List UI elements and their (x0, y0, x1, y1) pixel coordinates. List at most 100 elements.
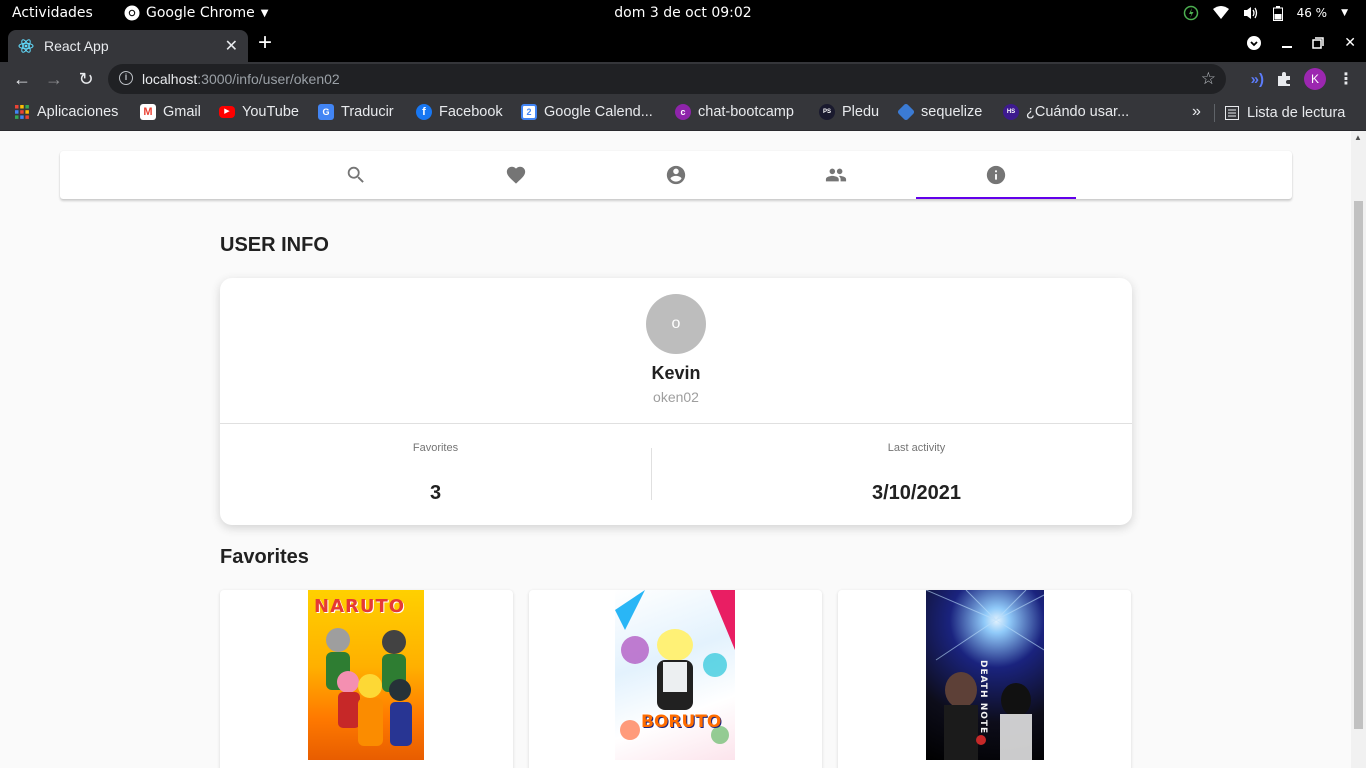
bottom-navigation (60, 151, 1292, 199)
chrome-icon (124, 5, 140, 21)
poster-artwork (326, 628, 412, 746)
tab-info[interactable] (916, 151, 1076, 199)
restore-icon[interactable] (1312, 36, 1325, 49)
profile-avatar[interactable]: K (1304, 68, 1326, 90)
tab-favorites[interactable] (436, 151, 596, 199)
tab-search[interactable] (276, 151, 436, 199)
poster-artwork (615, 590, 735, 744)
reading-list-button[interactable]: Lista de lectura (1214, 104, 1345, 122)
bookmark-label: Traducir (341, 104, 394, 120)
account-circle-icon (666, 165, 686, 185)
site-info-icon[interactable]: i (119, 71, 133, 85)
scrollbar-thumb[interactable] (1354, 201, 1363, 729)
last-activity-label: Last activity (887, 442, 946, 454)
system-top-bar: Actividades Google Chrome ▼ dom 3 de oct… (0, 0, 1366, 27)
address-bar[interactable]: i localhost:3000/info/user/oken02 ☆ (108, 64, 1226, 94)
page-content: USER INFO o Kevin oken02 Favorites 3 Las… (0, 131, 1351, 768)
app-name: Google Chrome (146, 5, 255, 21)
poster-title: NARUTO (314, 596, 406, 617)
page-scrollbar[interactable]: ▲ (1351, 131, 1366, 768)
more-bookmarks-icon[interactable]: » (1192, 103, 1201, 121)
minimize-icon[interactable] (1282, 45, 1293, 48)
anime-poster[interactable]: BORUTO (615, 590, 735, 760)
youtube-icon: ▶ (219, 106, 235, 118)
system-tray[interactable]: 46 % ▼ (1183, 5, 1348, 21)
bookmark-label: sequelize (921, 104, 983, 120)
close-tab-icon[interactable]: ✕ (225, 36, 238, 56)
close-window-icon[interactable]: ✕ (1344, 34, 1356, 51)
extension-icon[interactable]: ») (1251, 71, 1264, 88)
power-icon (1183, 5, 1198, 21)
bookmark-label: Pledu (842, 104, 880, 120)
app-menu[interactable]: Google Chrome ▼ (124, 5, 268, 21)
anime-poster[interactable]: DEATH NOTE (926, 590, 1044, 760)
bookmark-item[interactable]: PS Pledu (819, 104, 879, 120)
tab-strip: React App ✕ + ✕ (0, 27, 1366, 62)
bookmark-item[interactable]: M Gmail (140, 104, 201, 120)
favorites-title: Favorites (220, 546, 309, 568)
facebook-icon: f (416, 104, 432, 120)
bookmark-label: Gmail (163, 104, 201, 120)
bookmark-item[interactable]: G Traducir (318, 104, 394, 120)
user-handle: oken02 (653, 389, 699, 405)
anime-poster[interactable]: NARUTO (308, 590, 424, 760)
chat-icon: c (675, 104, 691, 120)
favorites-stat: Favorites 3 (220, 424, 651, 524)
poster-title: DEATH NOTE (978, 660, 988, 735)
chevron-down-icon: ▼ (1341, 8, 1348, 18)
translate-icon: G (318, 104, 334, 120)
vertical-divider (651, 448, 652, 500)
hs-icon: HS (1003, 104, 1019, 120)
battery-icon (1272, 5, 1283, 21)
bookmark-label: YouTube (242, 104, 299, 120)
active-tab-indicator (916, 197, 1076, 199)
favorite-card[interactable]: BORUTO (529, 590, 822, 768)
page-title: USER INFO (220, 234, 329, 256)
favorite-card[interactable]: DEATH NOTE (838, 590, 1131, 768)
reading-list-label: Lista de lectura (1247, 105, 1346, 121)
people-icon (825, 168, 847, 182)
url-text[interactable]: localhost:3000/info/user/oken02 (142, 71, 340, 87)
bookmark-item[interactable]: sequelize (896, 102, 983, 122)
wifi-icon (1212, 6, 1229, 19)
bookmark-item[interactable]: Aplicaciones (14, 104, 118, 120)
chevron-down-icon: ▼ (260, 7, 269, 19)
bookmark-item[interactable]: ▶ YouTube (219, 104, 299, 120)
back-arrow-icon[interactable]: ← (11, 68, 33, 90)
bookmark-label: Aplicaciones (37, 104, 119, 120)
bookmark-star-icon[interactable]: ☆ (1201, 69, 1216, 89)
last-activity-value: 3/10/2021 (872, 482, 961, 504)
tab-users[interactable] (756, 151, 916, 199)
user-name: Kevin (651, 363, 701, 383)
new-tab-button[interactable]: + (258, 31, 272, 55)
extensions-area: ») K ⋮ (1251, 68, 1354, 90)
bookmark-item[interactable]: 2 Google Calend... (521, 104, 653, 120)
favorites-stat-label: Favorites (412, 442, 459, 454)
tab-profile[interactable] (596, 151, 756, 199)
browser-toolbar: ← → ↻ i localhost:3000/info/user/oken02 … (0, 62, 1366, 96)
bookmark-item[interactable]: c chat-bootcamp (675, 104, 794, 120)
heart-icon (506, 166, 526, 184)
bookmark-label: Google Calend... (544, 104, 653, 120)
bookmark-item[interactable]: f Facebook (416, 104, 503, 120)
avatar: o (646, 294, 706, 354)
puzzle-icon[interactable] (1276, 71, 1292, 87)
more-menu-icon[interactable]: ⋮ (1338, 69, 1354, 89)
tab-title: React App (44, 38, 109, 54)
bookmark-label: Facebook (439, 104, 503, 120)
tab-search-icon[interactable] (1246, 35, 1262, 51)
bookmark-label: ¿Cuándo usar... (1026, 104, 1130, 120)
forward-arrow-icon[interactable]: → (43, 68, 65, 90)
scroll-up-icon[interactable]: ▲ (1354, 133, 1362, 142)
react-icon (18, 39, 34, 53)
search-icon (347, 166, 364, 183)
bookmark-item[interactable]: HS ¿Cuándo usar... (1003, 104, 1129, 120)
browser-tab[interactable]: React App ✕ (8, 30, 248, 62)
user-info-card: o Kevin oken02 Favorites 3 Last activity… (220, 278, 1132, 525)
reload-icon[interactable]: ↻ (75, 68, 97, 90)
calendar-icon: 2 (521, 104, 537, 120)
favorite-card[interactable]: NARUTO (220, 590, 513, 768)
last-activity-stat: Last activity 3/10/2021 (701, 424, 1132, 524)
volume-icon (1243, 7, 1257, 19)
activities-button[interactable]: Actividades (12, 5, 93, 21)
